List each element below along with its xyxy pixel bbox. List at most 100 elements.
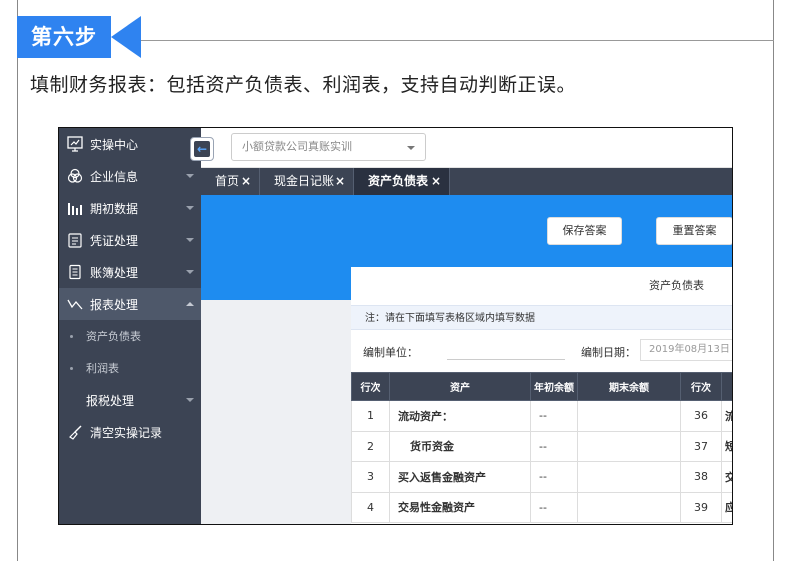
table-row: 3 买入返售金融资产 -- 38 交	[351, 461, 732, 493]
row-end-balance-input[interactable]	[577, 400, 681, 432]
chevron-down-icon	[186, 270, 194, 274]
bullet-dot-icon	[70, 367, 73, 370]
presentation-icon	[66, 136, 84, 152]
report-title: 资产负债表	[649, 279, 704, 292]
tab-label: 资产负债表	[368, 174, 429, 188]
table-row: 1 流动资产： -- 36 流	[351, 400, 732, 432]
row-line-number-2: 39	[680, 491, 722, 523]
col-header-line-2: 行次	[680, 372, 722, 401]
row-end-balance-input[interactable]	[577, 491, 681, 523]
sidebar-item-reports[interactable]: 报表处理	[59, 288, 201, 320]
row-end-balance-input[interactable]	[577, 430, 681, 462]
broom-icon	[66, 424, 84, 440]
row-asset-name: 货币资金	[389, 430, 531, 462]
bullet-dot-icon	[70, 335, 73, 338]
row-line-number: 2	[351, 430, 390, 462]
sidebar-item-label: 企业信息	[90, 169, 139, 184]
voucher-icon	[66, 232, 84, 248]
sidebar: 实操中心 企业信息 期初数据 凭证处理 账簿处理 报表处理 资产负债表 利润表 …	[59, 128, 201, 524]
header-divider	[125, 40, 774, 41]
sidebar-item-label: 报表处理	[90, 297, 139, 312]
ledger-icon	[66, 264, 84, 280]
row-begin-balance: --	[530, 430, 578, 462]
close-icon[interactable]: ×	[431, 168, 441, 195]
tab-home[interactable]: 首页 ×	[201, 168, 260, 195]
line-chart-icon	[66, 296, 84, 312]
sidebar-item-label: 报税处理	[86, 393, 135, 408]
reset-answer-button[interactable]: 重置答案	[656, 217, 732, 245]
col-header-asset: 资产	[389, 372, 531, 401]
row-asset-name: 买入返售金融资产	[389, 461, 531, 493]
report-form-row: 编制单位： 编制日期： 2019年08月13日	[351, 330, 732, 372]
sidebar-subitem-balance-sheet[interactable]: 资产负债表	[59, 320, 201, 352]
table-row: 2 货币资金 -- 37 短	[351, 430, 732, 462]
date-label: 编制日期：	[581, 346, 636, 359]
top-bar: 小额贷款公司真账实训	[201, 128, 732, 168]
table-row: 4 交易性金融资产 -- 39 应	[351, 491, 732, 523]
row-line-number-2: 36	[680, 400, 722, 432]
sidebar-subitem-label: 利润表	[86, 362, 119, 375]
sidebar-item-opening-data[interactable]: 期初数据	[59, 192, 201, 224]
sidebar-item-label: 清空实操记录	[90, 425, 163, 440]
arrow-left-icon: ←	[196, 142, 208, 156]
col-header-line: 行次	[351, 372, 390, 401]
content-background	[201, 300, 351, 524]
row-line-number-2: 38	[680, 461, 722, 493]
row-liability-name: 交	[721, 461, 732, 493]
row-line-number-2: 37	[680, 430, 722, 462]
step-badge-arrow	[111, 16, 141, 58]
sidebar-item-practice-center[interactable]: 实操中心	[59, 128, 201, 160]
tab-balance-sheet[interactable]: 资产负债表 ×	[354, 168, 450, 195]
cube-icon	[66, 168, 84, 184]
save-answer-button[interactable]: 保存答案	[547, 217, 622, 245]
chevron-up-icon	[186, 302, 194, 306]
sidebar-item-label: 账簿处理	[90, 265, 139, 280]
tab-cash-journal[interactable]: 现金日记账 ×	[260, 168, 354, 195]
chevron-down-icon	[186, 206, 194, 210]
chevron-down-icon	[186, 398, 194, 402]
row-begin-balance: --	[530, 461, 578, 493]
close-icon[interactable]: ×	[335, 168, 345, 195]
app-screenshot: 实操中心 企业信息 期初数据 凭证处理 账簿处理 报表处理 资产负债表 利润表 …	[58, 127, 733, 525]
tutorial-page: 第六步 填制财务报表：包括资产负债表、利润表，支持自动判断正误。 实操中心 企业…	[0, 0, 790, 561]
sidebar-item-label: 实操中心	[90, 137, 139, 152]
row-end-balance-input[interactable]	[577, 461, 681, 493]
sidebar-item-ledger[interactable]: 账簿处理	[59, 256, 201, 288]
sidebar-subitem-label: 资产负债表	[86, 330, 141, 343]
sidebar-item-clear-records[interactable]: 清空实操记录	[59, 416, 201, 448]
bar-chart-icon	[66, 200, 84, 216]
sidebar-item-tax[interactable]: 报税处理	[59, 384, 201, 416]
tab-bar: 首页 × 现金日记账 × 资产负债表 ×	[201, 168, 732, 195]
row-begin-balance: --	[530, 491, 578, 523]
sidebar-item-company-info[interactable]: 企业信息	[59, 160, 201, 192]
row-line-number: 4	[351, 491, 390, 523]
row-liability-name: 短	[721, 430, 732, 462]
date-input[interactable]: 2019年08月13日	[640, 339, 732, 361]
unit-label: 编制单位：	[363, 346, 418, 359]
sidebar-item-label: 期初数据	[90, 201, 139, 216]
frame-left-border	[17, 0, 18, 561]
report-panel: 资产负债表 注：请在下面填写表格区域内填写数据 编制单位： 编制日期： 2019…	[351, 267, 732, 524]
tab-label: 首页	[215, 174, 240, 188]
row-asset-name: 流动资产：	[389, 400, 531, 432]
frame-right-border	[773, 0, 774, 561]
row-line-number: 1	[351, 400, 390, 432]
col-header-begin-balance: 年初余额	[530, 372, 578, 401]
sidebar-toggle-button[interactable]: ←	[190, 137, 214, 161]
chevron-down-icon	[186, 238, 194, 242]
step-description: 填制财务报表：包括资产负债表、利润表，支持自动判断正误。	[30, 74, 577, 96]
row-asset-name: 交易性金融资产	[389, 491, 531, 523]
company-select[interactable]: 小额贷款公司真账实训	[231, 133, 426, 161]
close-icon[interactable]: ×	[241, 168, 251, 195]
sidebar-item-label: 凭证处理	[90, 233, 139, 248]
table-header-row: 行次 资产 年初余额 期末余额 行次	[351, 372, 732, 401]
sidebar-subitem-income-statement[interactable]: 利润表	[59, 352, 201, 384]
tab-label: 现金日记账	[274, 174, 335, 188]
row-line-number: 3	[351, 461, 390, 493]
chevron-down-icon	[186, 174, 194, 178]
chevron-down-icon	[407, 146, 415, 150]
unit-input[interactable]	[447, 359, 565, 360]
col-header-liability	[721, 372, 732, 401]
row-liability-name: 应	[721, 491, 732, 523]
sidebar-item-voucher[interactable]: 凭证处理	[59, 224, 201, 256]
